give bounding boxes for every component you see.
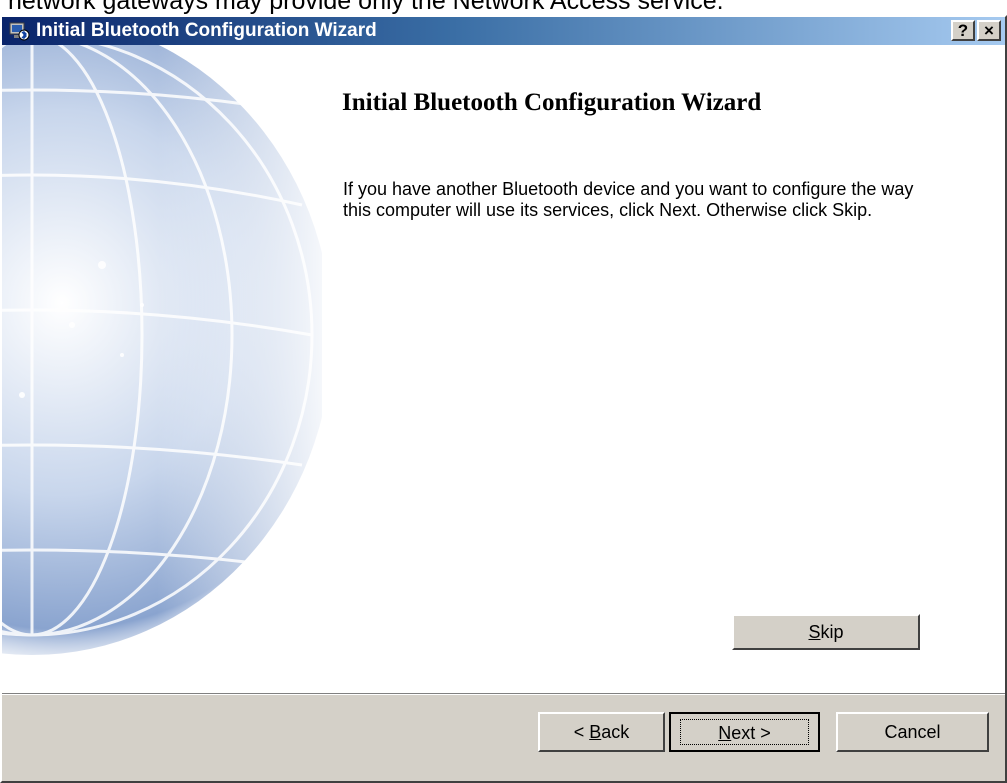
- help-button[interactable]: ?: [951, 20, 975, 41]
- close-button[interactable]: ×: [977, 20, 1001, 41]
- page-heading: Initial Bluetooth Configuration Wizard: [342, 89, 762, 116]
- bluetooth-wizard-icon: [8, 20, 30, 42]
- back-prefix: <: [573, 722, 590, 742]
- footer-divider: [2, 693, 1005, 695]
- back-mnemonic: B: [589, 722, 602, 742]
- skip-button[interactable]: Skip: [732, 614, 920, 650]
- next-button[interactable]: Next >: [669, 712, 820, 752]
- next-mnemonic: N: [718, 723, 732, 743]
- skip-label: kip: [820, 622, 844, 642]
- next-label: ext >: [731, 723, 771, 743]
- wizard-content: Initial Bluetooth Configuration Wizard I…: [2, 45, 1005, 693]
- back-button[interactable]: < Back: [538, 712, 665, 752]
- background-document-text: network gateways may provide only the Ne…: [8, 0, 724, 15]
- skip-mnemonic: S: [808, 622, 821, 642]
- page-description: If you have another Bluetooth device and…: [343, 179, 914, 220]
- title-bar[interactable]: Initial Bluetooth Configuration Wizard ?…: [2, 17, 1005, 45]
- back-label: ack: [601, 722, 630, 742]
- next-focus-rect: Next >: [680, 719, 809, 745]
- globe-illustration: [2, 45, 322, 665]
- wizard-window: Initial Bluetooth Configuration Wizard ?…: [0, 15, 1007, 783]
- window-title: Initial Bluetooth Configuration Wizard: [36, 20, 377, 41]
- cancel-button[interactable]: Cancel: [836, 712, 989, 752]
